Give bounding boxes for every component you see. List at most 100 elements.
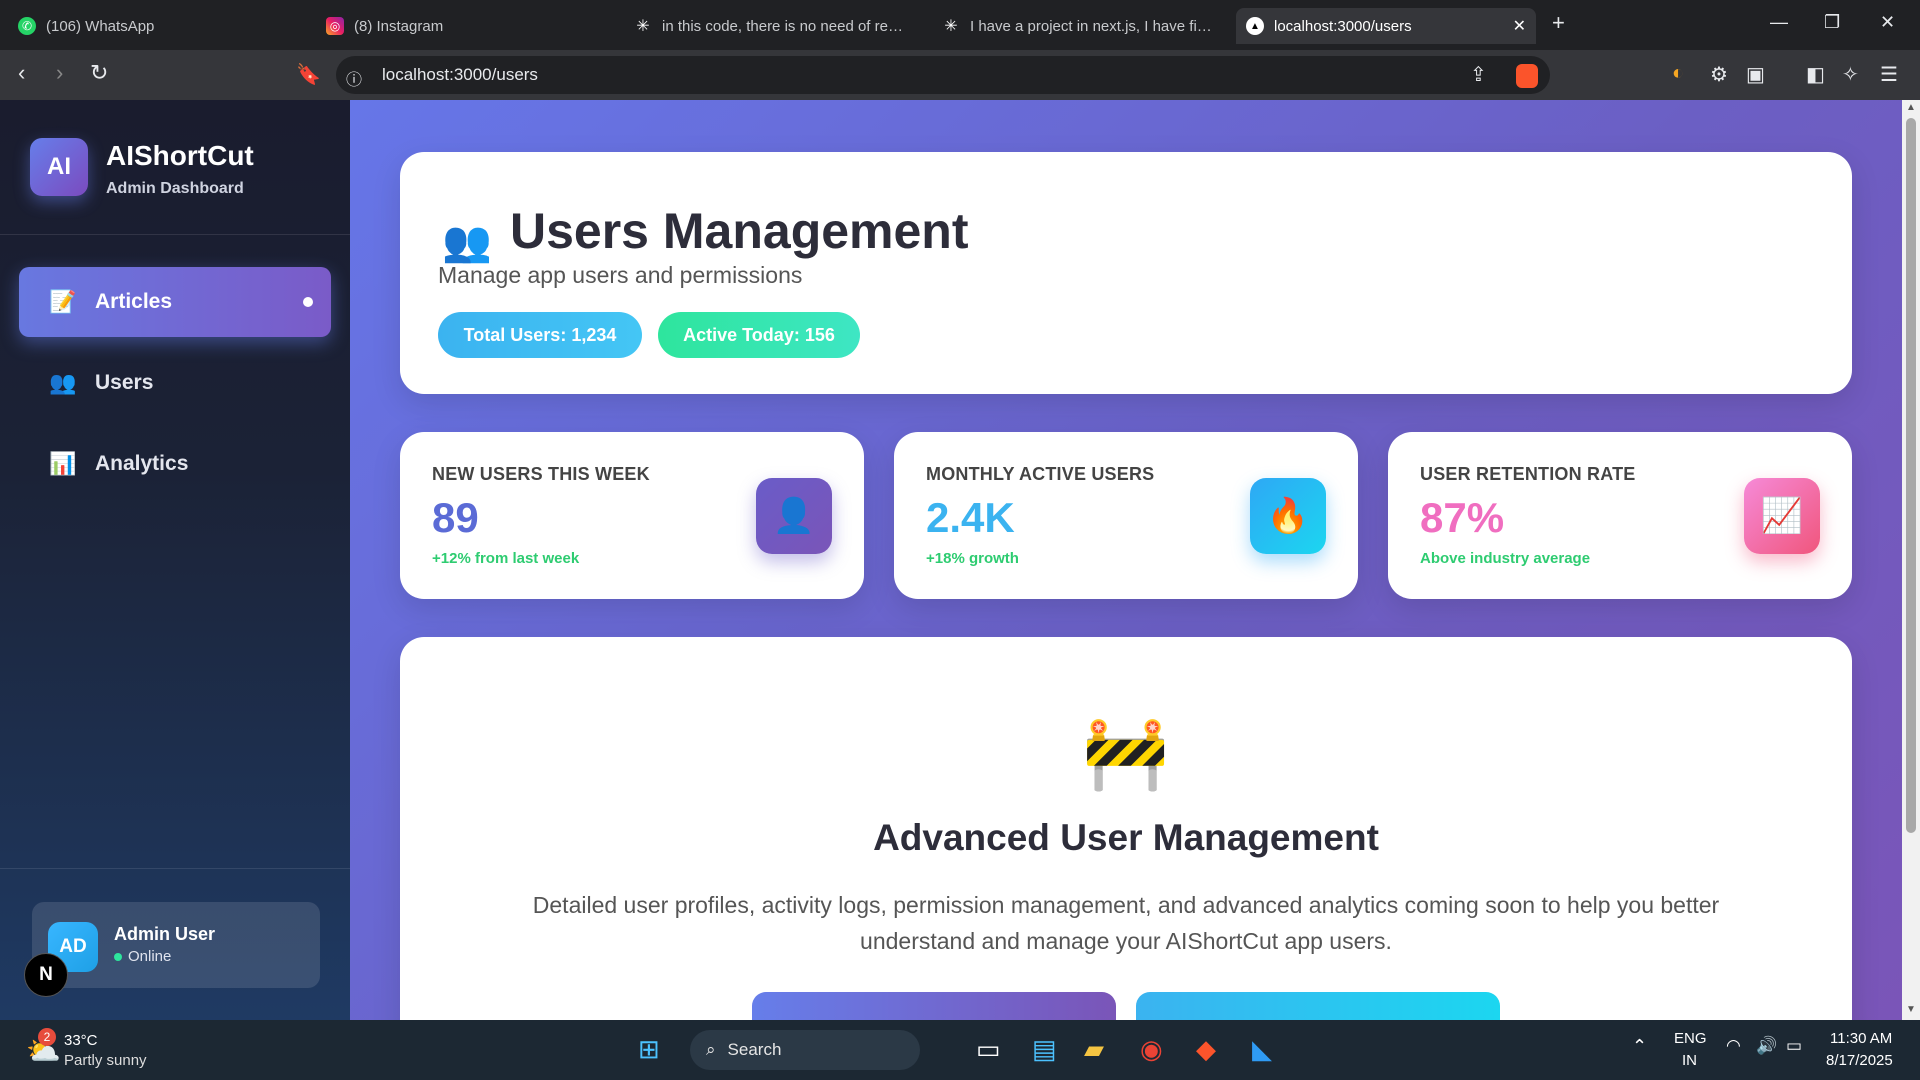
battery-icon[interactable]: ▭ bbox=[1786, 1036, 1802, 1056]
region-code: IN bbox=[1682, 1052, 1697, 1069]
sidebar-divider bbox=[0, 868, 350, 869]
users-icon: 👥 bbox=[442, 220, 492, 264]
main-content: 👥 Users Management Manage app users and … bbox=[350, 100, 1902, 1020]
volume-icon[interactable]: 🔊 bbox=[1756, 1036, 1777, 1056]
sidebar-toggle-icon[interactable]: ◧ bbox=[1806, 62, 1825, 87]
close-tab-icon[interactable]: ✕ bbox=[1513, 16, 1526, 36]
active-indicator bbox=[303, 297, 313, 307]
minimize-icon[interactable]: — bbox=[1770, 12, 1788, 33]
search-icon: ⌕ bbox=[706, 1040, 716, 1059]
close-window-icon[interactable]: ✕ bbox=[1880, 12, 1895, 33]
os-taskbar: ⛅ 2 33°C Partly sunny ⊞ ⌕ Search ▭ ▤ ▰ ◉… bbox=[0, 1020, 1920, 1080]
nextjs-dev-badge[interactable]: N bbox=[24, 953, 68, 997]
chevron-up-icon[interactable]: ⌃ bbox=[1632, 1036, 1647, 1057]
stat-change: +18% growth bbox=[926, 550, 1019, 567]
browser-tab-bar: ✆ (106) WhatsApp ◎ (8) Instagram ✳ in th… bbox=[0, 0, 1920, 50]
users-icon: 👥 bbox=[49, 370, 77, 395]
openai-icon: ✳ bbox=[636, 18, 650, 35]
back-icon[interactable]: ‹ bbox=[18, 60, 25, 86]
brave-icon[interactable]: ◆ bbox=[1196, 1034, 1216, 1065]
taskbar-search[interactable]: ⌕ Search bbox=[690, 1030, 920, 1070]
wifi-icon[interactable]: ◠ bbox=[1726, 1036, 1741, 1056]
stat-label: USER RETENTION RATE bbox=[1420, 464, 1636, 484]
stat-card-retention: USER RETENTION RATE 87% Above industry a… bbox=[1388, 432, 1852, 599]
file-explorer-icon[interactable]: ▰ bbox=[1084, 1034, 1104, 1065]
sidebar: AI AIShortCut Admin Dashboard 📝 Articles… bbox=[0, 100, 350, 1020]
total-users-badge: Total Users: 1,234 bbox=[438, 312, 642, 358]
forward-icon[interactable]: › bbox=[56, 60, 63, 86]
leo-ai-icon[interactable]: ✧ bbox=[1842, 62, 1859, 87]
page-subtitle: Manage app users and permissions bbox=[438, 262, 803, 288]
scrollbar-thumb[interactable] bbox=[1906, 118, 1916, 833]
search-label: Search bbox=[727, 1040, 782, 1059]
status-text: Online bbox=[128, 948, 172, 965]
app-viewport: AI AIShortCut Admin Dashboard 📝 Articles… bbox=[0, 100, 1920, 1020]
instagram-icon: ◎ bbox=[326, 17, 344, 35]
page-title: Users Management bbox=[510, 203, 969, 259]
stat-card-new-users: NEW USERS THIS WEEK 89 +12% from last we… bbox=[400, 432, 864, 599]
clock-time[interactable]: 11:30 AM bbox=[1830, 1030, 1892, 1047]
sidebar-item-label: Users bbox=[95, 371, 154, 394]
stat-change: Above industry average bbox=[1420, 550, 1591, 567]
online-dot bbox=[114, 953, 122, 961]
reader-icon[interactable]: ▣ bbox=[1746, 62, 1765, 87]
stat-value: 89 bbox=[432, 494, 479, 541]
restore-icon[interactable]: ❐ bbox=[1824, 12, 1840, 33]
extension-icon[interactable]: ◐ bbox=[1672, 62, 1684, 85]
notepad-icon[interactable]: ▤ bbox=[1032, 1034, 1057, 1065]
app-logo: AI bbox=[30, 138, 88, 196]
construction-icon: 🚧 bbox=[1082, 714, 1170, 792]
stat-label: NEW USERS THIS WEEK bbox=[432, 464, 650, 484]
page-header-card: 👥 Users Management Manage app users and … bbox=[400, 152, 1852, 394]
reload-icon[interactable]: ↻ bbox=[90, 60, 108, 86]
weather-desc: Partly sunny bbox=[64, 1052, 147, 1069]
share-icon[interactable]: ⇪ bbox=[1470, 62, 1487, 87]
menu-icon[interactable]: ☰ bbox=[1880, 62, 1898, 87]
weather-temp: 33°C bbox=[64, 1032, 98, 1049]
site-info-icon[interactable]: ⓘ bbox=[346, 66, 362, 90]
feature-title: Advanced User Management bbox=[873, 817, 1379, 858]
tab-whatsapp[interactable]: ✆ (106) WhatsApp bbox=[8, 8, 318, 44]
tab-chatgpt-2[interactable]: ✳ I have a project in next.js, I have fi… bbox=[932, 8, 1222, 44]
user-name: Admin User bbox=[114, 924, 216, 944]
tab-chatgpt-1[interactable]: ✳ in this code, there is no need of read bbox=[624, 8, 914, 44]
user-status: Online bbox=[114, 948, 171, 965]
chart-up-icon: 📈 bbox=[1744, 478, 1820, 554]
vscode-icon[interactable]: ◣ bbox=[1252, 1034, 1272, 1065]
active-today-badge: Active Today: 156 bbox=[658, 312, 860, 358]
brand-name: AIShortCut bbox=[106, 140, 254, 171]
new-tab-icon[interactable]: + bbox=[1552, 10, 1565, 36]
url-text[interactable]: localhost:3000/users bbox=[382, 65, 538, 85]
stat-label: MONTHLY ACTIVE USERS bbox=[926, 464, 1155, 484]
language-code[interactable]: ENG bbox=[1674, 1030, 1707, 1047]
openai-icon: ✳ bbox=[944, 18, 958, 35]
primary-action-button[interactable] bbox=[752, 992, 1116, 1020]
sidebar-item-label: Analytics bbox=[95, 452, 189, 475]
coming-soon-card: 🚧 Advanced User Management Detailed user… bbox=[400, 637, 1852, 1020]
notification-badge: 2 bbox=[38, 1028, 56, 1046]
chrome-icon[interactable]: ◉ bbox=[1140, 1034, 1163, 1065]
scroll-down-icon[interactable]: ▼ bbox=[1906, 1004, 1916, 1015]
vercel-icon: ▲ bbox=[1246, 17, 1264, 35]
sidebar-item-users[interactable]: 👥 Users bbox=[19, 348, 331, 418]
tab-instagram[interactable]: ◎ (8) Instagram bbox=[316, 8, 626, 44]
task-view-icon[interactable]: ▭ bbox=[976, 1034, 1001, 1065]
clock-date: 8/17/2025 bbox=[1826, 1052, 1893, 1069]
tab-localhost-users[interactable]: ▲ localhost:3000/users ✕ bbox=[1236, 8, 1536, 44]
secondary-action-button[interactable] bbox=[1136, 992, 1500, 1020]
stat-value: 87% bbox=[1420, 494, 1505, 541]
sidebar-item-label: Articles bbox=[95, 290, 173, 313]
brave-shield-icon[interactable] bbox=[1516, 64, 1538, 88]
user-card[interactable]: AD Admin User Online bbox=[32, 902, 320, 988]
bookmark-icon[interactable]: 🔖 bbox=[296, 62, 321, 87]
stat-card-monthly-active: MONTHLY ACTIVE USERS 2.4K +18% growth 🔥 bbox=[894, 432, 1358, 599]
whatsapp-icon: ✆ bbox=[18, 17, 36, 35]
scroll-up-icon[interactable]: ▲ bbox=[1906, 102, 1916, 113]
puzzle-icon[interactable]: ⚙ bbox=[1710, 62, 1728, 87]
feature-description: Detailed user profiles, activity logs, p… bbox=[532, 892, 1720, 954]
page-scrollbar[interactable]: ▲ ▼ bbox=[1902, 100, 1920, 1020]
sidebar-item-analytics[interactable]: 📊 Analytics bbox=[19, 429, 331, 499]
windows-start-icon[interactable]: ⊞ bbox=[638, 1034, 660, 1065]
sidebar-item-articles[interactable]: 📝 Articles bbox=[19, 267, 331, 337]
articles-icon: 📝 bbox=[49, 289, 77, 314]
